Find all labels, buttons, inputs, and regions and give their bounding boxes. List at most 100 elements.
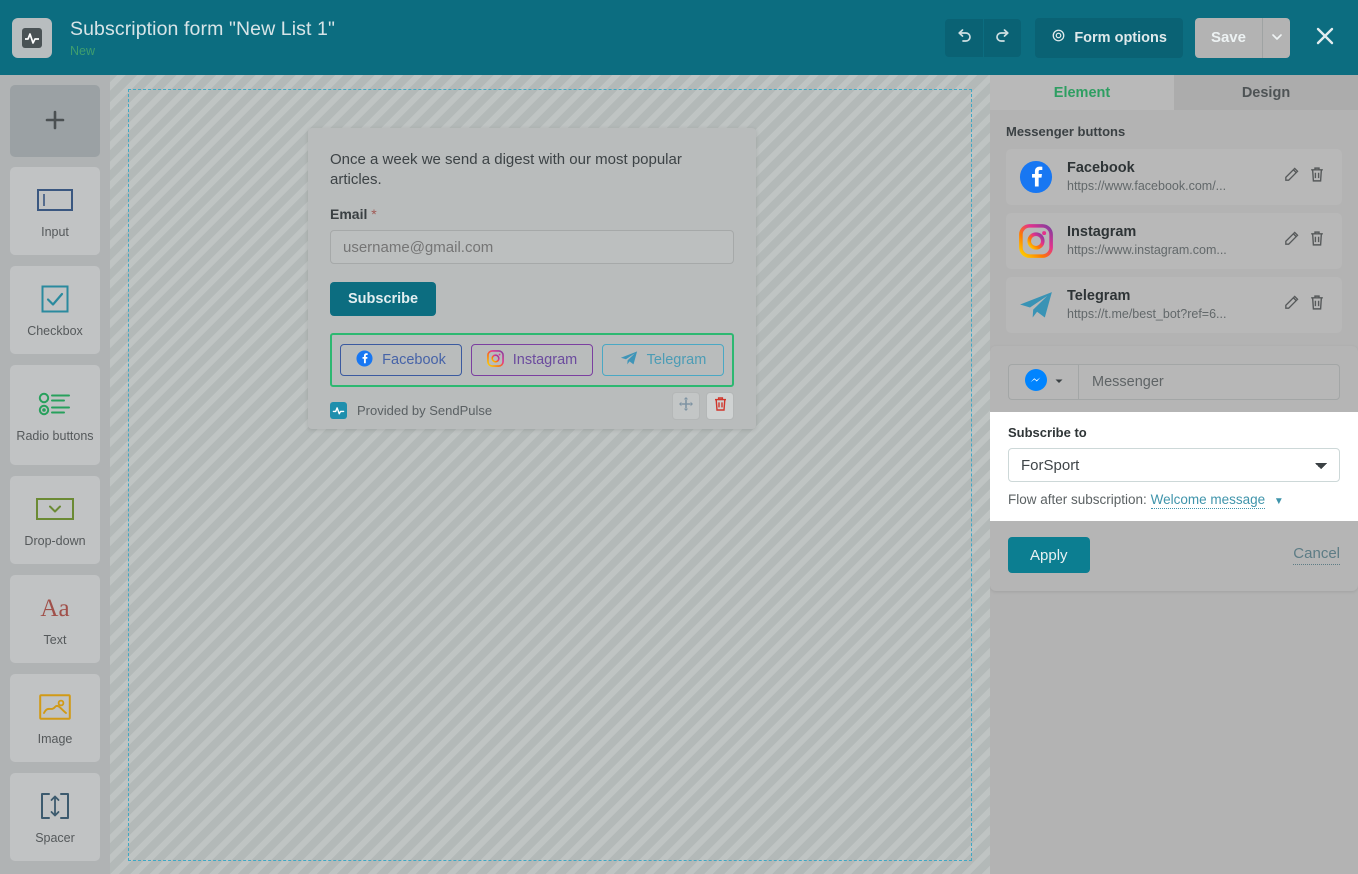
- form-options-button[interactable]: Form options: [1035, 18, 1183, 58]
- form-intro-text: Once a week we send a digest with our mo…: [330, 150, 734, 190]
- telegram-icon: [1018, 287, 1054, 323]
- form-messenger-button-instagram[interactable]: Instagram: [471, 344, 593, 376]
- messenger-button-label: Telegram: [647, 352, 707, 368]
- sidebar-item-input[interactable]: Input: [10, 167, 100, 255]
- delete-messenger-button[interactable]: [1304, 230, 1330, 252]
- edit-messenger-button[interactable]: [1278, 294, 1304, 316]
- messenger-url: https://www.instagram.com...: [1067, 243, 1227, 257]
- save-dropdown-button[interactable]: [1262, 18, 1290, 58]
- list-item-text: Instagram https://www.instagram.com...: [1067, 223, 1278, 259]
- panel-tabs: Element Design: [990, 75, 1358, 110]
- edit-messenger-button[interactable]: [1278, 166, 1304, 188]
- pencil-icon: [1283, 230, 1300, 252]
- subscription-form-card[interactable]: Once a week we send a digest with our mo…: [308, 128, 756, 429]
- redo-button[interactable]: [983, 19, 1021, 57]
- element-toolbar: Input Checkbox Radio butt: [0, 75, 110, 874]
- trash-icon: [1309, 230, 1325, 252]
- close-button[interactable]: [1308, 21, 1342, 55]
- sidebar-item-label: Spacer: [31, 831, 79, 845]
- list-item[interactable]: Telegram https://t.me/best_bot?ref=6...: [1006, 277, 1342, 333]
- tab-design[interactable]: Design: [1174, 75, 1358, 110]
- checkbox-icon: [41, 282, 69, 316]
- flow-after-subscription-row: Flow after subscription: Welcome message…: [1008, 492, 1340, 507]
- svg-text:Aa: Aa: [40, 595, 69, 622]
- sidebar-item-label: Image: [34, 732, 77, 746]
- list-item-text: Telegram https://t.me/best_bot?ref=6...: [1067, 287, 1278, 323]
- sidebar-item-label: Text: [40, 633, 71, 647]
- cancel-button[interactable]: Cancel: [1293, 545, 1340, 565]
- sidebar-item-spacer[interactable]: Spacer: [10, 773, 100, 861]
- required-asterisk: *: [371, 206, 376, 222]
- messenger-url: https://t.me/best_bot?ref=6...: [1067, 307, 1226, 321]
- email-input[interactable]: [330, 230, 734, 264]
- status-badge: New: [70, 44, 335, 59]
- messenger-name: Telegram: [1067, 288, 1130, 304]
- sidebar-item-checkbox[interactable]: Checkbox: [10, 266, 100, 354]
- save-button-group: Save: [1195, 18, 1290, 58]
- messenger-icon: [1024, 368, 1048, 397]
- facebook-icon: [1018, 159, 1054, 195]
- channel-name-field[interactable]: Messenger: [1078, 364, 1340, 400]
- subscribe-button[interactable]: Subscribe: [330, 282, 436, 316]
- gear-icon: [1051, 28, 1066, 47]
- page-title: Subscription form "New List 1": [70, 17, 335, 41]
- messenger-buttons-block[interactable]: Facebook: [330, 333, 734, 387]
- trash-icon: [1309, 166, 1325, 188]
- form-messenger-button-facebook[interactable]: Facebook: [340, 344, 462, 376]
- app-header: Subscription form "New List 1" New: [0, 0, 1358, 75]
- edit-messenger-button[interactable]: [1278, 230, 1304, 252]
- radio-buttons-icon: [38, 387, 72, 421]
- undo-arrow-icon: [955, 27, 973, 48]
- editor-actions: Apply Cancel: [1008, 521, 1340, 591]
- text-input-icon: [37, 183, 73, 217]
- caret-down-icon: [1054, 373, 1064, 391]
- sidebar-item-image[interactable]: Image: [10, 674, 100, 762]
- move-handle-icon: [678, 396, 694, 417]
- caret-down-icon: ▼: [1274, 496, 1284, 507]
- form-messenger-button-telegram[interactable]: Telegram: [602, 344, 724, 376]
- redo-arrow-icon: [994, 27, 1012, 48]
- add-element-button[interactable]: [10, 85, 100, 157]
- trash-icon: [1309, 294, 1325, 316]
- messenger-name: Facebook: [1067, 160, 1135, 176]
- sidebar-item-label: Radio buttons: [12, 429, 97, 443]
- apply-button[interactable]: Apply: [1008, 537, 1090, 573]
- email-field-label: Email *: [330, 206, 734, 222]
- messenger-buttons-section-title: Messenger buttons: [1006, 124, 1358, 139]
- tab-element[interactable]: Element: [990, 75, 1174, 110]
- flow-prefix-label: Flow after subscription:: [1008, 492, 1147, 507]
- form-canvas[interactable]: Once a week we send a digest with our mo…: [110, 75, 990, 874]
- sidebar-item-drop-down[interactable]: Drop-down: [10, 476, 100, 564]
- channel-type-dropdown[interactable]: [1008, 364, 1078, 400]
- sendpulse-logo-icon: [330, 402, 347, 419]
- sidebar-item-label: Input: [37, 225, 73, 239]
- move-element-button[interactable]: [672, 392, 700, 420]
- list-item[interactable]: Facebook https://www.facebook.com/...: [1006, 149, 1342, 205]
- sidebar-item-radio-buttons[interactable]: Radio buttons: [10, 365, 100, 465]
- list-item[interactable]: Instagram https://www.instagram.com...: [1006, 213, 1342, 269]
- pencil-icon: [1283, 294, 1300, 316]
- messenger-button-label: Facebook: [382, 352, 446, 368]
- list-item-text: Facebook https://www.facebook.com/...: [1067, 159, 1278, 195]
- subscribe-to-select[interactable]: ForSport: [1008, 448, 1340, 482]
- instagram-icon: [1018, 223, 1054, 259]
- sidebar-item-text[interactable]: Aa Text: [10, 575, 100, 663]
- sendpulse-logo-icon: [12, 18, 52, 58]
- form-options-label: Form options: [1074, 30, 1167, 46]
- delete-messenger-button[interactable]: [1304, 166, 1330, 188]
- image-icon: [39, 690, 71, 724]
- sidebar-item-label: Checkbox: [23, 324, 87, 338]
- messenger-button-label: Instagram: [513, 352, 577, 368]
- email-label-text: Email: [330, 206, 367, 222]
- subscribe-to-highlight: Subscribe to ForSport Flow after subscri…: [990, 412, 1358, 521]
- messenger-editor: Messenger Subscribe to ForSport Flow aft…: [990, 346, 1358, 591]
- instagram-icon: [487, 350, 504, 371]
- delete-element-button[interactable]: [706, 392, 734, 420]
- delete-messenger-button[interactable]: [1304, 294, 1330, 316]
- flow-value-link[interactable]: Welcome message: [1151, 492, 1266, 509]
- undo-button[interactable]: [945, 19, 983, 57]
- properties-panel: Element Design Messenger buttons Faceboo…: [990, 75, 1358, 874]
- text-aa-icon: Aa: [33, 591, 77, 625]
- subscribe-to-label: Subscribe to: [1008, 425, 1340, 440]
- save-button[interactable]: Save: [1195, 18, 1262, 58]
